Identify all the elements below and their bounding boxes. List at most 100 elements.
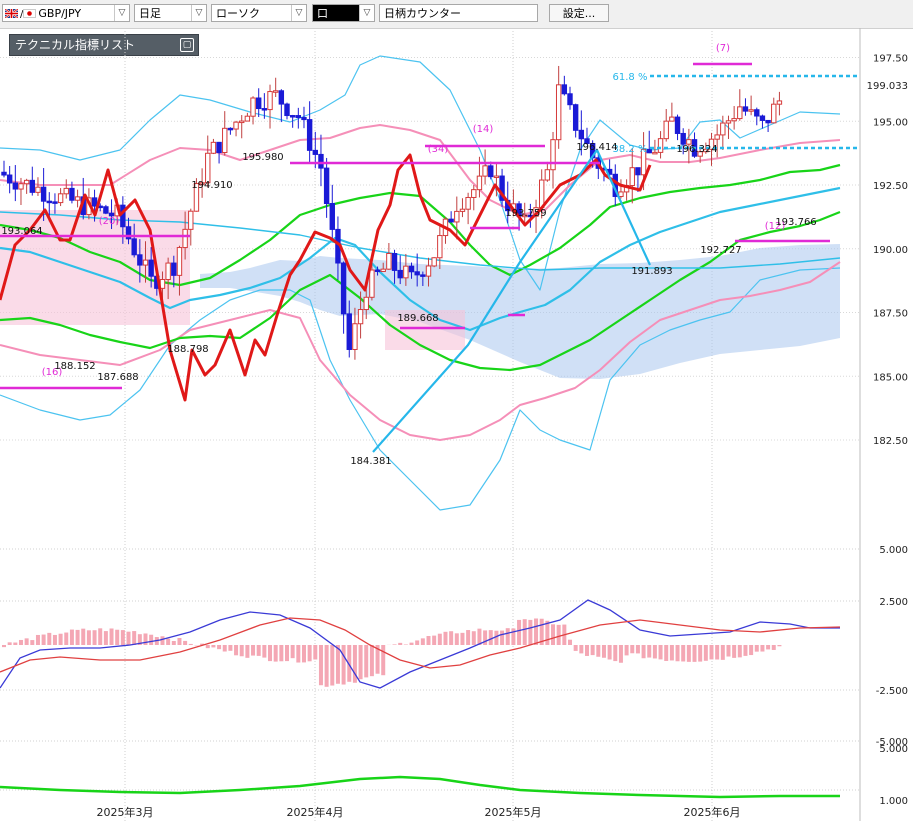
price-annotation: 184.381 [350,456,391,467]
candle-body [414,271,420,276]
macd-histogram-bar [409,642,414,645]
candle-body [482,165,488,177]
macd-histogram-bar [381,645,386,676]
chevron-down-icon[interactable]: ▽ [291,5,306,21]
candle-body [493,175,500,179]
chevron-down-icon[interactable]: ▽ [191,5,206,21]
price-tick-label: 185.00 [873,372,908,383]
macd-histogram-bar [500,630,505,645]
candle-body [680,132,686,145]
count-label: (20) [99,216,120,227]
fib-label: 61.8 % [613,72,648,83]
macd-histogram-bar [318,645,323,686]
chart-area[interactable]: (7)(14)(34)(20)(16)(12)61.8 %38.2 %195.9… [0,28,913,821]
candle-body [714,134,720,140]
candle-body [340,262,347,315]
timeframe-selector[interactable]: 日足 ▽ [134,4,207,22]
candle-body [148,259,154,277]
candle-body [318,153,324,169]
macd-histogram-bar [449,631,454,645]
macd-histogram-bar [607,645,612,660]
candle-body [6,174,13,184]
candle-body [550,139,556,171]
candle-body [465,196,471,210]
count-label: (14) [473,124,494,135]
price-tick-label: 197.50 [873,54,908,65]
candle-body [561,84,568,95]
macd-histogram-bar [698,645,703,662]
macd-histogram-bar [217,645,222,650]
macd-histogram-bar [641,645,646,659]
toolbar: / GBP/JPY ▽ 日足 ▽ ローソク ▽ 口 ▽ 日柄カウンター 設定... [0,0,913,29]
macd-histogram-bar [41,634,46,645]
candle-body [720,122,726,136]
candle-body [329,203,335,230]
symbol-selector[interactable]: / GBP/JPY ▽ [2,4,130,22]
candle-body [663,120,669,140]
chevron-down-icon[interactable]: ▽ [359,5,374,21]
macd-histogram-bar [505,628,510,645]
macd-histogram-bar [432,635,437,645]
macd-tick-label: -2.500 [876,686,908,697]
macd-histogram-bar [669,645,674,661]
price-annotation: 193.064 [1,226,42,237]
price-annotation: 189.668 [397,313,438,324]
macd-histogram-bar [715,645,720,660]
timeframe-text: 日足 [139,7,161,20]
macd-histogram-bar [443,631,448,645]
count-label: (34) [428,144,449,155]
macd-histogram-bar [369,645,374,677]
candle-body [18,183,24,190]
candle-body [386,253,392,270]
macd-histogram-bar [364,645,369,678]
macd-histogram-bar [103,631,108,645]
candle-body [222,127,228,154]
candle-body [374,269,381,273]
candle-body [380,268,386,272]
macd-histogram-bar [262,645,267,658]
candle-body [776,100,783,105]
candle-body [742,106,749,112]
candle-body [771,103,777,124]
candle-body [227,127,234,131]
macd-histogram-bar [18,639,23,645]
date-axis-label: 2025年3月 [97,805,154,819]
price-annotation: 187.688 [97,372,138,383]
macd-histogram-bar [268,645,273,662]
macd-histogram-bar [86,630,91,645]
macd-histogram-bar [426,636,431,645]
macd-histogram-bar [760,645,765,652]
macd-histogram-bar [64,632,69,645]
macd-histogram-bar [160,636,165,645]
candle-body [69,187,75,201]
candle-body [748,109,754,112]
macd-histogram-bar [115,629,120,645]
color-selector[interactable]: 口 ▽ [312,4,375,22]
macd-histogram-bar [590,645,595,656]
candle-body [437,235,443,259]
macd-histogram-bar [245,645,250,658]
candle-body [35,186,41,193]
macd-histogram-bar [188,643,193,645]
candle-body [765,119,771,124]
candle-body [578,129,585,140]
macd-histogram-bar [30,640,35,645]
chevron-down-icon[interactable]: ▽ [114,5,129,21]
candle-body [572,104,579,131]
candle-body [346,313,352,350]
ticker-counter-field[interactable]: 日柄カウンター [379,4,538,22]
settings-button[interactable]: 設定... [549,4,609,22]
chart-style-selector[interactable]: ローソク ▽ [211,4,307,22]
macd-histogram-bar [477,628,482,645]
sub-tick-label: 1.000 [879,796,908,807]
candle-body [323,167,330,205]
macd-histogram-bar [635,645,640,654]
macd-histogram-bar [483,630,488,645]
chart-style-text: ローソク [216,7,260,20]
candle-body [40,186,47,202]
macd-histogram-bar [720,645,725,660]
candle-body [29,179,36,193]
macd-histogram-bar [568,639,572,645]
candle-body [737,106,743,120]
macd-histogram-bar [35,634,40,645]
